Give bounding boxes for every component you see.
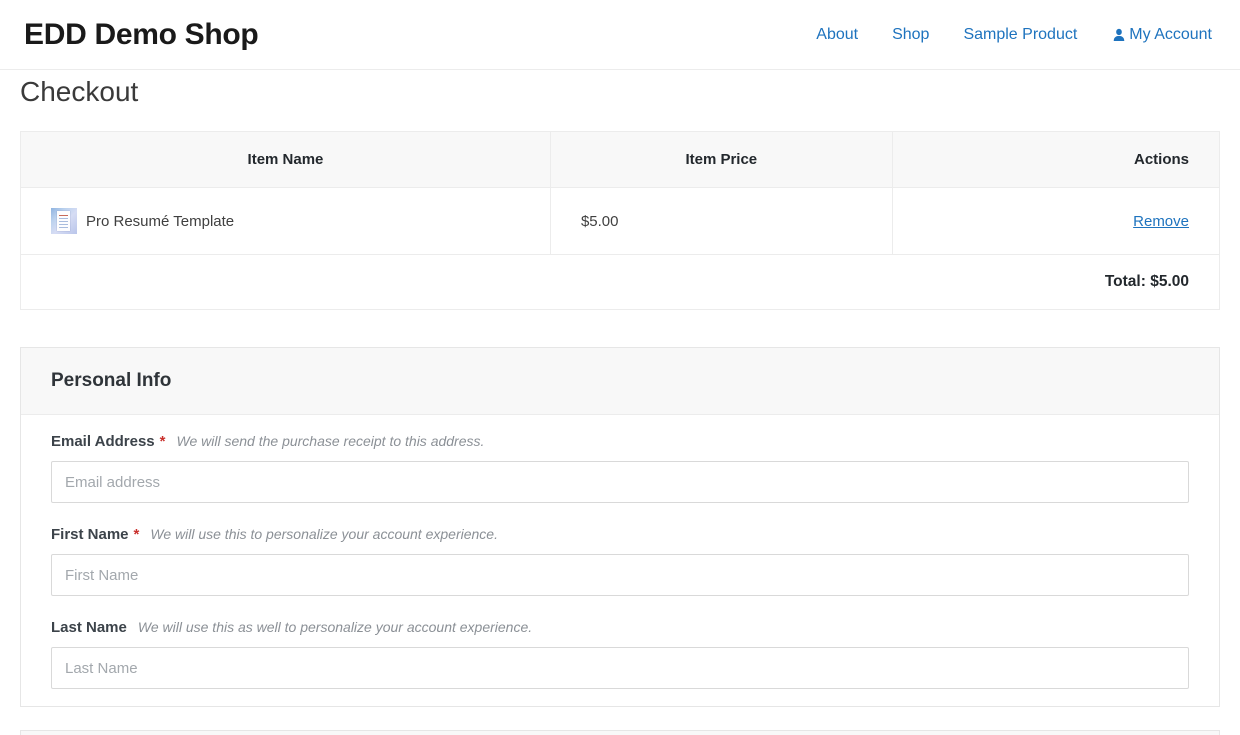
required-marker: * xyxy=(160,432,166,451)
checkout-cart-table: Item Name Item Price Actions Pro Resumé … xyxy=(20,131,1220,310)
checkout-page: Checkout Item Name Item Price Actions Pr… xyxy=(20,75,1220,735)
user-icon xyxy=(1111,27,1127,43)
last-name-description: We will use this as well to personalize … xyxy=(138,618,532,637)
product-thumbnail xyxy=(51,208,77,234)
nav-item-my-account[interactable]: My Account xyxy=(1111,26,1212,44)
cart-item-name-cell: Pro Resumé Template xyxy=(21,188,551,255)
personal-info-section: Personal Info Email Address * We will se… xyxy=(20,347,1220,707)
site-header: EDD Demo Shop About Shop Sample Product … xyxy=(0,0,1240,70)
nav-item-sample-product[interactable]: Sample Product xyxy=(963,26,1077,44)
first-name-input[interactable] xyxy=(51,554,1189,596)
cart-item-price-cell: $5.00 xyxy=(550,188,892,255)
cart-item-row: Pro Resumé Template $5.00 Remove xyxy=(21,188,1220,255)
cart-total-label: Total: xyxy=(1105,273,1146,290)
remove-item-link[interactable]: Remove xyxy=(1133,213,1189,230)
column-header-item-price: Item Price xyxy=(550,132,892,188)
cart-item-actions-cell: Remove xyxy=(892,188,1219,255)
email-input[interactable] xyxy=(51,461,1189,503)
last-name-input[interactable] xyxy=(51,647,1189,689)
last-name-field-group: Last Name We will use this as well to pe… xyxy=(51,618,1189,689)
cart-total-row: Total: $5.00 xyxy=(21,255,1220,310)
main-nav: About Shop Sample Product My Account xyxy=(816,26,1212,44)
personal-info-legend: Personal Info xyxy=(21,348,1219,415)
last-name-label: Last Name xyxy=(51,618,127,637)
personal-info-body: Email Address * We will send the purchas… xyxy=(21,415,1219,706)
product-name: Pro Resumé Template xyxy=(86,213,234,230)
email-field-group: Email Address * We will send the purchas… xyxy=(51,432,1189,503)
nav-my-account-label: My Account xyxy=(1129,26,1212,44)
nav-item-shop[interactable]: Shop xyxy=(892,26,929,44)
first-name-label: First Name xyxy=(51,525,129,544)
email-label: Email Address xyxy=(51,432,155,451)
first-name-description: We will use this to personalize your acc… xyxy=(150,525,498,544)
column-header-item-name: Item Name xyxy=(21,132,551,188)
required-marker: * xyxy=(134,525,140,544)
column-header-actions: Actions xyxy=(892,132,1219,188)
email-description: We will send the purchase receipt to thi… xyxy=(177,432,485,451)
first-name-field-group: First Name * We will use this to persona… xyxy=(51,525,1189,596)
page-title: Checkout xyxy=(20,75,1220,109)
site-logo[interactable]: EDD Demo Shop xyxy=(24,18,258,52)
cart-total-amount: $5.00 xyxy=(1150,273,1189,290)
nav-item-about[interactable]: About xyxy=(816,26,858,44)
cart-total-cell: Total: $5.00 xyxy=(21,255,1220,310)
next-section-top-edge xyxy=(20,730,1220,735)
cart-header-row: Item Name Item Price Actions xyxy=(21,132,1220,188)
